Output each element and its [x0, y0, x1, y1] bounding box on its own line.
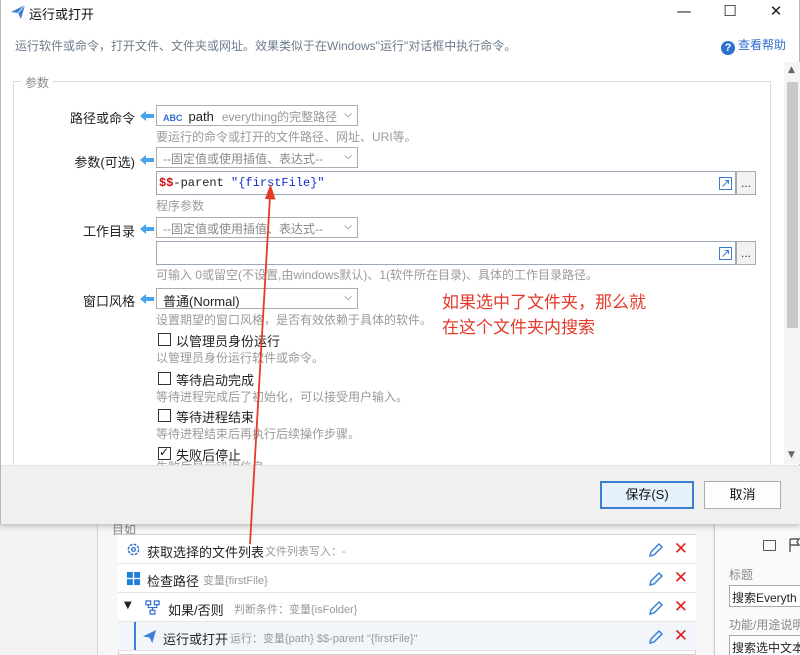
annotation-arrow — [249, 184, 276, 545]
